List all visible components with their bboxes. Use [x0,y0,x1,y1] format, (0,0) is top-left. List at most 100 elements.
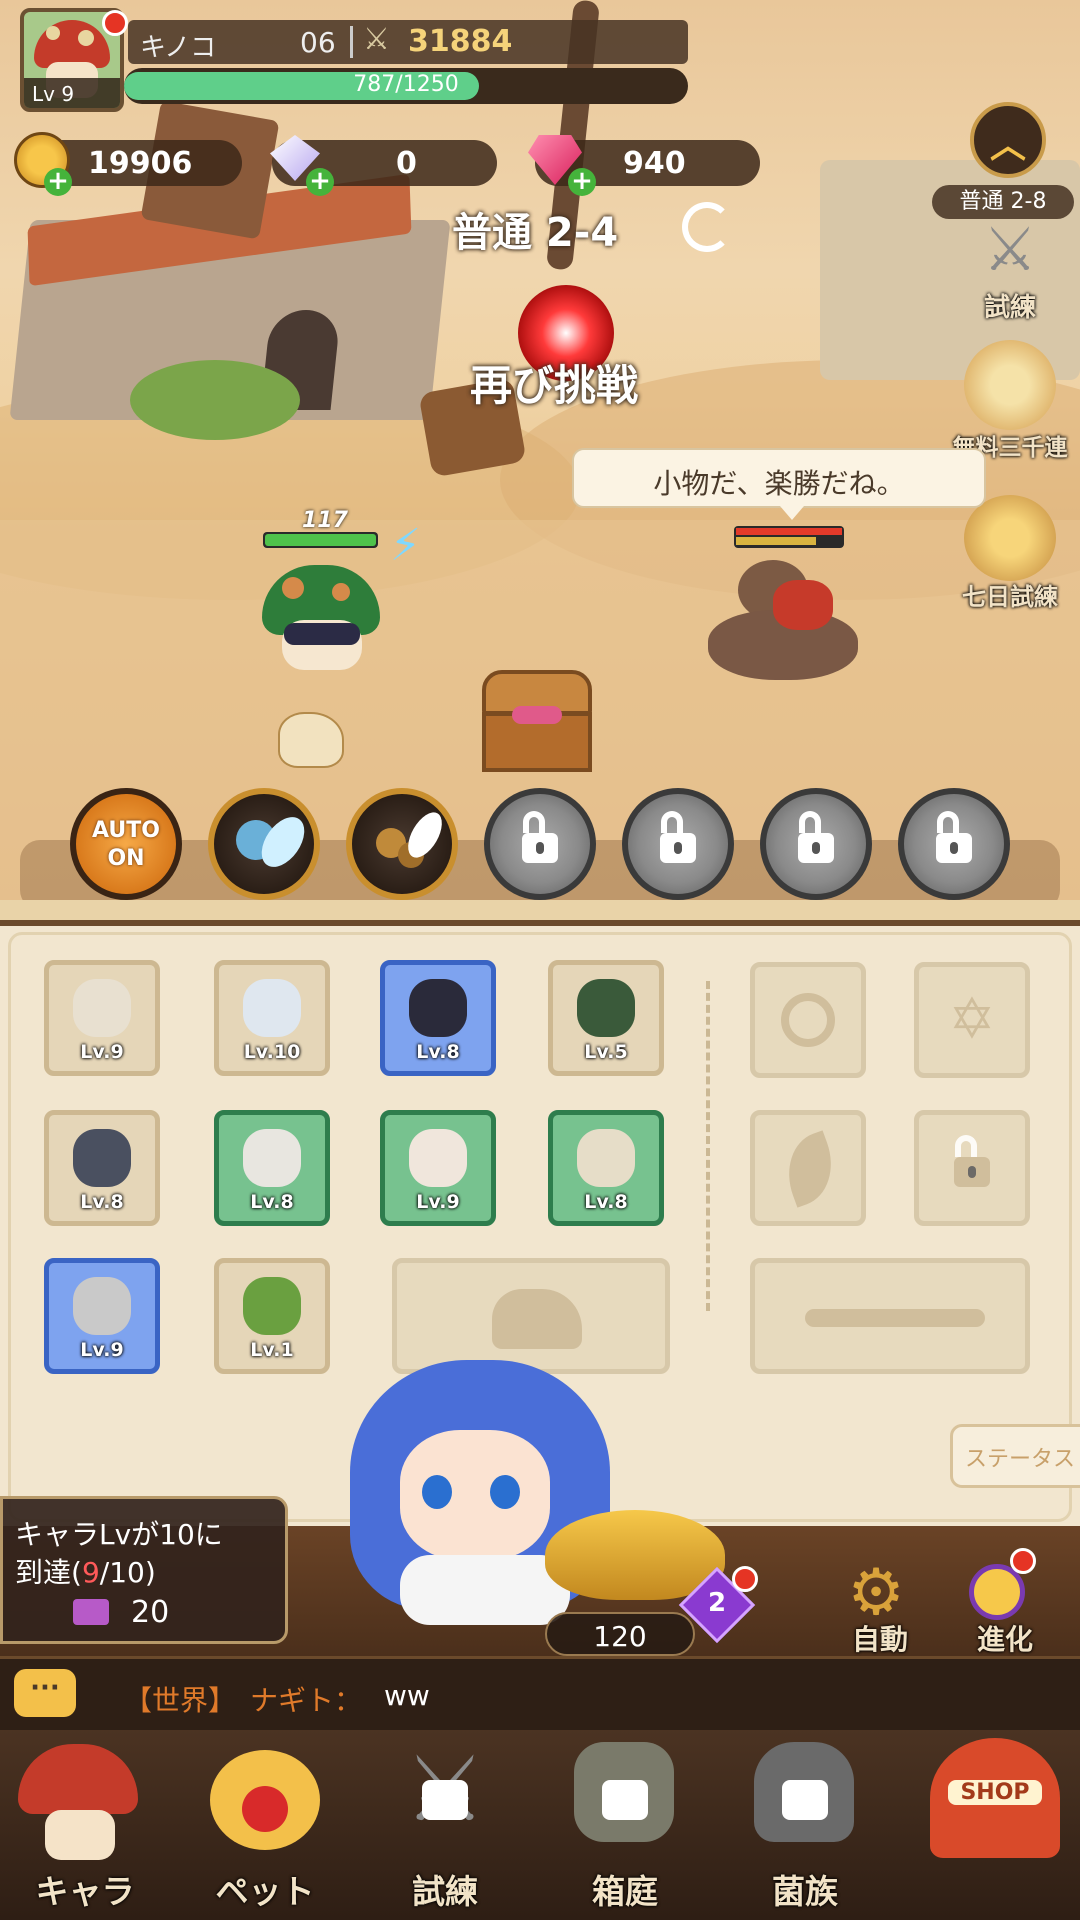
evolve-notification-dot [1010,1548,1036,1574]
equipment-level: Lv.8 [584,1191,628,1213]
nav-shop[interactable]: SHOP [910,1730,1080,1920]
equipment-slot-baseball[interactable]: Lv.9 [44,960,160,1076]
treasure-chest [482,670,592,775]
lock-icon [602,1780,648,1820]
exp-text: 787/1250 [353,72,459,97]
skill-slot-locked-3[interactable] [484,788,596,900]
shirt-icon [73,1129,131,1187]
enemy-speech-bubble: 小物だ、楽勝だね。 [572,448,986,508]
equipment-level: Lv.10 [243,1041,301,1063]
belt-icon [577,1129,635,1187]
shield-icon [73,1277,131,1335]
add-gold-icon[interactable]: + [44,168,72,196]
snail-pet [278,712,344,768]
chat-icon[interactable]: ··· [14,1669,76,1717]
lock-icon [798,811,834,863]
free-gacha-button[interactable]: 無料三千連 [950,340,1070,461]
panel-divider [706,981,710,1311]
quest-box[interactable]: キャラLvが10に 到達(9/10) 20 [0,1496,288,1644]
skill-slot-locked-4[interactable] [622,788,734,900]
scorpion-enemy [708,560,858,690]
locked-emblem-slot[interactable] [750,962,866,1078]
baseball-icon [73,979,131,1037]
enemy-hp-bar [734,526,844,548]
mushroom-icon [18,1744,138,1814]
chat-message: ww [384,1679,430,1712]
equipment-slot-shoes[interactable]: Lv.1 [214,1258,330,1374]
equipment-slot-gloves[interactable]: Lv.10 [214,960,330,1076]
lamp-cost-pill: 120 [545,1612,695,1656]
seven-day-trial-button[interactable]: 七日試練 [950,495,1070,615]
exp-bar: 787/1250 [124,68,688,104]
skill-slot-locked-5[interactable] [760,788,872,900]
lamp-badge-count: 2 [707,1588,727,1618]
refresh-icon[interactable] [682,202,732,252]
equipment-slot-gauntlet[interactable]: Lv.9 [380,1110,496,1226]
trial-swords-icon: ⚔ [983,215,1037,285]
battle-scene: Lv 9 キノコ 06 ⚔ 31884 787/1250 19906 + 0 +… [0,0,1080,900]
auto-label-line1: AUTO [92,818,160,843]
add-gem-icon[interactable]: + [568,168,596,196]
equipment-slot-shirt[interactable]: Lv.8 [44,1110,160,1226]
skill-slot-locked-6[interactable] [898,788,1010,900]
bottom-nav: キャラ ペット ⚔ 試練 箱庭 菌族 SHOP [0,1730,1080,1920]
equipment-slot-goggles[interactable]: Lv.8 [380,960,496,1076]
nav-pet[interactable]: ペット [180,1730,350,1920]
player-id-suffix: 06 [300,26,336,59]
nav-clan[interactable]: 菌族 [730,1730,880,1920]
equipment-slot-belt[interactable]: Lv.8 [548,1110,664,1226]
nav-trial[interactable]: ⚔ 試練 [370,1730,520,1920]
gem-value: 940 [623,146,686,181]
quest-line2: 到達(9/10) [15,1556,156,1589]
wing-icon [775,1130,845,1208]
auto-button[interactable]: ⚙ 自動 [835,1560,925,1660]
chat-sender: ナギト： [250,1684,363,1717]
winged-arrow-icon [805,1309,985,1327]
gauntlet-icon [409,1129,467,1187]
boots-icon [243,1129,301,1187]
nav-chara[interactable]: キャラ [0,1730,170,1920]
treasure-pile-icon [964,495,1056,581]
player-name-bar: キノコ 06 ⚔ 31884 [128,20,688,64]
collapse-menu-button[interactable]: ︿ [970,102,1046,178]
chat-bar[interactable]: ··· 【世界】 ナギト： ww [0,1656,1080,1733]
helmet-icon [577,979,635,1037]
equipment-slot-boots[interactable]: Lv.8 [214,1110,330,1226]
locked-wings-slot[interactable] [750,1258,1030,1374]
gear-icon: ⚙ [847,1556,905,1630]
equipment-slot-shield[interactable]: Lv.9 [44,1258,160,1374]
equipment-slot-helmet[interactable]: Lv.5 [548,960,664,1076]
retry-label[interactable]: 再び挑戦 [470,352,638,413]
quest-progress: 9 [81,1556,100,1589]
crossed-swords-icon: ⚔ [363,22,390,57]
equipment-level: Lv.9 [80,1339,124,1361]
player-hp-value: 117 [302,508,348,533]
evolve-button[interactable]: 進化 [955,1560,1055,1660]
locked-hexagram-slot[interactable]: ✡ [914,962,1030,1078]
lock-icon [522,811,558,863]
side-trial-button[interactable]: ⚔ 試練 [960,215,1060,325]
auto-skill-toggle[interactable]: AUTO ON [70,788,182,900]
add-crystal-icon[interactable]: + [306,168,334,196]
equipment-level: Lv.9 [80,1041,124,1063]
chat-channel: 【世界】 [124,1684,237,1717]
lock-icon [782,1780,828,1820]
locked-slot[interactable] [914,1110,1030,1226]
equipment-level: Lv.8 [250,1191,294,1213]
gloves-icon [243,979,301,1037]
lightning-effect: ⚡ [390,520,421,571]
skill-slot-1[interactable] [208,788,320,900]
auto-label-line2: ON [107,846,145,871]
stage-label: 普通 2-4 [452,210,619,256]
locked-wing-slot[interactable] [750,1110,866,1226]
equipment-level: Lv.5 [584,1041,628,1063]
skill-slot-2[interactable] [346,788,458,900]
quest-line1: キャラLvが10に [15,1518,223,1551]
combat-power: 31884 [408,24,513,59]
lamp-notification-dot [732,1566,758,1592]
shoes-icon [243,1277,301,1335]
hexagram-icon: ✡ [948,987,996,1052]
lock-icon [954,1135,990,1188]
status-button[interactable]: ステータス [950,1424,1080,1488]
nav-garden[interactable]: 箱庭 [550,1730,700,1920]
